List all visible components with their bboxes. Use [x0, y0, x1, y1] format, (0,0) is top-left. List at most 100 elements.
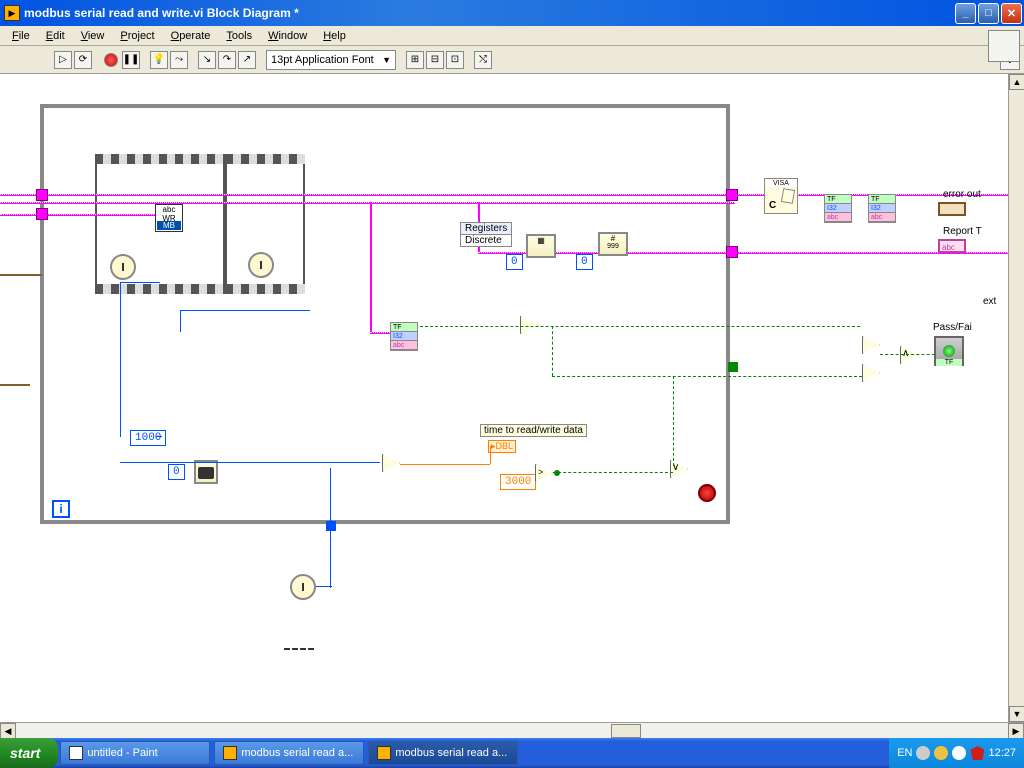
- unbundle-node-1[interactable]: TF I32 abc: [390, 322, 418, 351]
- modbus-subvi[interactable]: abc WR: [155, 204, 183, 232]
- registers-selector[interactable]: Registers Discrete: [460, 222, 512, 247]
- menu-file[interactable]: File: [4, 28, 38, 44]
- font-selector[interactable]: 13pt Application Font ▼: [266, 50, 396, 70]
- error-out-terminal[interactable]: [938, 202, 966, 216]
- tunnel[interactable]: [36, 208, 48, 220]
- greater-node[interactable]: >: [535, 464, 553, 482]
- abort-button[interactable]: [104, 53, 118, 67]
- scroll-right-button[interactable]: ▶: [1008, 723, 1024, 739]
- clock[interactable]: 12:27: [988, 747, 1016, 759]
- minimize-button[interactable]: _: [955, 3, 976, 24]
- numeric-constant-0c[interactable]: 0: [576, 254, 593, 270]
- not-node-3[interactable]: [862, 364, 880, 382]
- tunnel[interactable]: [728, 362, 738, 372]
- tray-icon-2[interactable]: [934, 746, 948, 760]
- numeric-constant-0b[interactable]: 0: [506, 254, 523, 270]
- scroll-track[interactable]: [16, 723, 1008, 738]
- vi-icon[interactable]: [988, 30, 1020, 62]
- taskbar-item-paint[interactable]: untitled - Paint: [60, 741, 210, 765]
- menu-tools[interactable]: Tools: [218, 28, 260, 44]
- numeric-constant-0a[interactable]: 0: [168, 464, 185, 480]
- wire: [478, 252, 1008, 254]
- tick-count-node-2[interactable]: [248, 252, 274, 278]
- shift-register[interactable]: [326, 521, 336, 531]
- unbundle-node-2[interactable]: TF I32 abc: [824, 194, 852, 223]
- tunnel[interactable]: [36, 189, 48, 201]
- step-over-button[interactable]: ↷: [218, 51, 236, 69]
- format-value-node[interactable]: # 999: [598, 232, 628, 256]
- loop-stop-terminal[interactable]: [698, 484, 716, 502]
- scroll-left-button[interactable]: ◀: [0, 723, 16, 739]
- scroll-up-button[interactable]: ▲: [1009, 74, 1024, 90]
- menu-operate[interactable]: Operate: [163, 28, 219, 44]
- menu-help[interactable]: Help: [315, 28, 354, 44]
- not-node-2[interactable]: [862, 336, 880, 354]
- retain-wire-button[interactable]: ⤳: [170, 51, 188, 69]
- unbundle-i: I32: [869, 204, 895, 213]
- scroll-down-button[interactable]: ▼: [1009, 706, 1024, 722]
- subtract-node[interactable]: [382, 454, 400, 472]
- unbundle-node-3[interactable]: TF I32 abc: [868, 194, 896, 223]
- taskbar-item-labview-2[interactable]: modbus serial read a...: [368, 741, 518, 765]
- align-button[interactable]: ⊞: [406, 51, 424, 69]
- wire: [330, 468, 331, 588]
- taskbar: start untitled - Paint modbus serial rea…: [0, 738, 1024, 768]
- wire: [490, 446, 491, 464]
- unbundle-tf: TF: [391, 323, 417, 332]
- numeric-constant-1000[interactable]: 1000: [130, 430, 166, 446]
- reorder-button[interactable]: ⤭: [474, 51, 492, 69]
- tray-icon-3[interactable]: [952, 746, 966, 760]
- pause-button[interactable]: ❚❚: [122, 51, 140, 69]
- titlebar: ▶ modbus serial read and write.vi Block …: [0, 0, 1024, 26]
- tray-icon-shield[interactable]: [970, 746, 984, 760]
- horizontal-scrollbar[interactable]: ◀ ▶: [0, 722, 1024, 738]
- scroll-thumb[interactable]: [611, 724, 641, 738]
- vertical-scrollbar[interactable]: ▲ ▼: [1008, 74, 1024, 722]
- index-array-node[interactable]: ▦: [526, 234, 556, 258]
- unbundle-s: abc: [825, 213, 851, 222]
- dropdown-icon: ▼: [382, 55, 391, 65]
- language-indicator[interactable]: EN: [897, 747, 912, 759]
- numeric-constant-3000[interactable]: 3000: [500, 474, 536, 490]
- wait-ms-node[interactable]: [194, 460, 218, 484]
- resize-button[interactable]: ⊡: [446, 51, 464, 69]
- tick-count-node-3[interactable]: [290, 574, 316, 600]
- wire: [370, 202, 372, 332]
- not-node[interactable]: [520, 316, 538, 334]
- step-into-button[interactable]: ↘: [198, 51, 216, 69]
- run-cont-button[interactable]: ⟳: [74, 51, 92, 69]
- wire: [553, 472, 673, 473]
- and-node[interactable]: ∧: [900, 346, 918, 364]
- menu-window[interactable]: Window: [260, 28, 315, 44]
- menu-view[interactable]: View: [73, 28, 113, 44]
- toolbar: ▷ ⟳ ❚❚ 💡 ⤳ ↘ ↷ ↗ 13pt Application Font ▼…: [0, 46, 1024, 74]
- dbl-indicator-terminal[interactable]: ▸DBL: [488, 440, 516, 453]
- menu-edit[interactable]: Edit: [38, 28, 73, 44]
- watch-icon: [198, 467, 214, 479]
- wire: [370, 332, 390, 334]
- report-terminal[interactable]: abc: [938, 239, 966, 253]
- block-diagram-canvas[interactable]: abc WR 1000 0 0 0 3000 Registers Discret…: [0, 74, 1008, 722]
- tick-count-node[interactable]: [110, 254, 136, 280]
- distribute-button[interactable]: ⊟: [426, 51, 444, 69]
- tray-icon-1[interactable]: [916, 746, 930, 760]
- close-button[interactable]: ✕: [1001, 3, 1022, 24]
- tunnel[interactable]: [726, 189, 738, 201]
- wire: [120, 462, 380, 463]
- highlight-exec-button[interactable]: 💡: [150, 51, 168, 69]
- tunnel[interactable]: [726, 246, 738, 258]
- led-icon: [943, 345, 955, 357]
- maximize-button[interactable]: □: [978, 3, 999, 24]
- passfail-label: Pass/Fai: [930, 322, 975, 333]
- run-button[interactable]: ▷: [54, 51, 72, 69]
- iteration-terminal[interactable]: i: [52, 500, 70, 518]
- start-button[interactable]: start: [0, 738, 58, 768]
- visa-close-node[interactable]: C: [764, 178, 798, 214]
- system-tray[interactable]: EN 12:27: [889, 738, 1024, 768]
- step-out-button[interactable]: ↗: [238, 51, 256, 69]
- taskbar-item-labview-1[interactable]: modbus serial read a...: [214, 741, 364, 765]
- passfail-indicator[interactable]: TF: [934, 336, 964, 366]
- menu-project[interactable]: Project: [112, 28, 162, 44]
- wire: [180, 310, 181, 332]
- broken-wire[interactable]: [284, 648, 314, 650]
